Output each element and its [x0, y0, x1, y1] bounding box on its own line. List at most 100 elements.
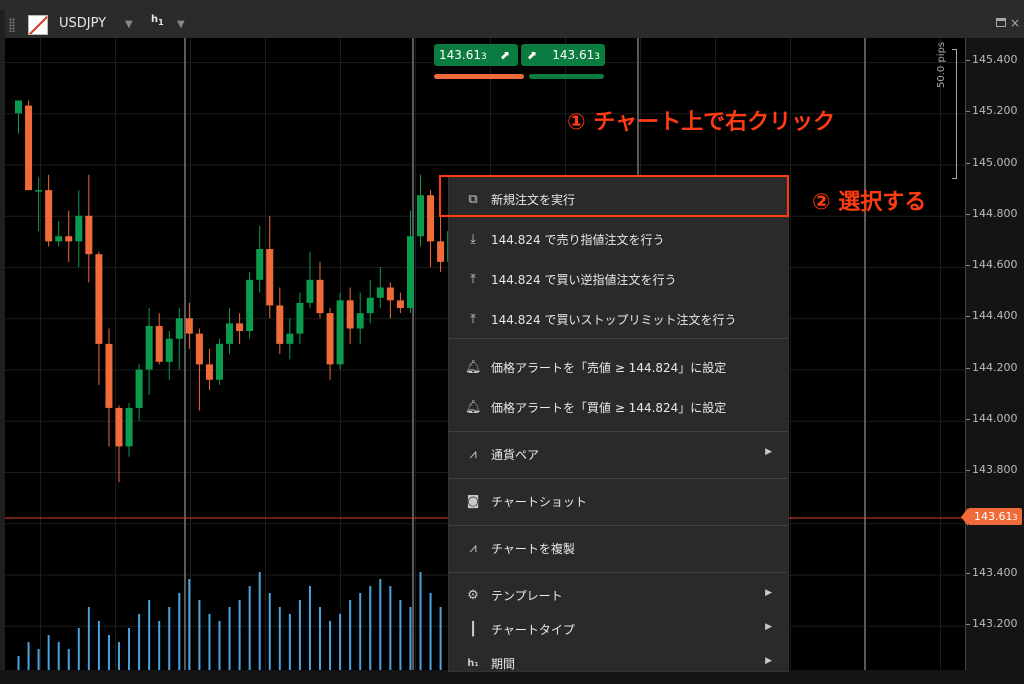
volume-bar — [399, 600, 402, 670]
volume-bar — [178, 593, 181, 670]
candlestick-icon: ┃ — [469, 622, 477, 637]
volume-bar — [27, 642, 30, 670]
menu-item-alert-ask[interactable]: 🔔︎ 価格アラートを「買値 ≥ 144.824」に設定 — [449, 388, 788, 428]
buy-button[interactable]: ⬈ 143.613 — [521, 44, 605, 66]
menu-item-buy-stop[interactable]: ⤒ 144.824 で買い逆指値注文を行う — [449, 260, 788, 300]
volume-bar — [97, 621, 100, 670]
menu-item-label: 期間 — [491, 657, 516, 671]
last-price-sup: 3 — [1012, 513, 1018, 522]
volume-bar — [168, 607, 171, 670]
candle — [105, 343, 113, 408]
context-menu: ⧉ 新規注文を実行 ⤓ 144.824 で売り指値注文を行う ⤒ 144.824… — [448, 176, 789, 672]
timeframe-dropdown-icon[interactable]: ▼ — [177, 19, 185, 30]
volume-bar — [288, 614, 291, 670]
price-tick: 144.400 — [966, 309, 1024, 322]
candle — [205, 364, 213, 380]
volume-bar — [77, 628, 80, 670]
price-tick: 145.200 — [966, 104, 1024, 117]
candle — [155, 325, 163, 362]
volume-bar — [188, 579, 191, 670]
price-tick: 145.000 — [966, 156, 1024, 169]
volume-bar — [138, 614, 141, 670]
menu-item-label: 144.824 で買い逆指値注文を行う — [491, 273, 677, 287]
sell-limit-icon: ⤓ — [470, 232, 476, 247]
candle — [256, 249, 264, 280]
submenu-arrow-icon: ▶ — [765, 656, 772, 666]
menu-item-alert-bid[interactable]: 🔔︎ 価格アラートを「売値 ≥ 144.824」に設定 — [449, 348, 788, 388]
submenu-arrow-icon: ▶ — [765, 447, 772, 457]
buy-arrow-icon: ⬈ — [527, 48, 538, 62]
camera-icon: ◙ — [466, 494, 480, 509]
volume-bar — [298, 600, 301, 670]
duplicate-chart-icon: ⩘ — [469, 541, 477, 556]
menu-separator — [449, 525, 788, 526]
candle — [35, 190, 43, 192]
menu-item-sell-limit[interactable]: ⤓ 144.824 で売り指値注文を行う — [449, 220, 788, 260]
menu-item-label: 価格アラートを「買値 ≥ 144.824」に設定 — [491, 401, 727, 415]
close-icon[interactable]: × — [1010, 16, 1020, 30]
volume-bar — [439, 607, 442, 670]
symbol-label[interactable]: USDJPY — [59, 16, 106, 31]
menu-item-chart-shot[interactable]: ◙ チャートショット — [449, 482, 788, 522]
pips-ruler — [952, 49, 957, 179]
volume-bar — [218, 621, 221, 670]
menu-item-label: チャートショット — [491, 495, 587, 509]
volume-bar — [128, 628, 131, 670]
last-price-tag: 143.613 — [961, 508, 1022, 526]
volume-bar — [349, 600, 352, 670]
last-price-main: 143.61 — [974, 510, 1013, 523]
buy-stop-limit-icon: ⤒ — [470, 312, 476, 327]
top-strip — [0, 0, 1024, 10]
symbol-dropdown-icon[interactable]: ▼ — [125, 19, 133, 30]
price-tick: 144.600 — [966, 258, 1024, 271]
candle — [55, 236, 63, 242]
volume-bar — [158, 621, 161, 670]
candle — [396, 300, 404, 308]
menu-item-duplicate-chart[interactable]: ⩘ チャートを複製 — [449, 529, 788, 569]
menu-separator — [449, 478, 788, 479]
volume-bar — [248, 586, 251, 670]
candle — [45, 190, 53, 242]
candle — [145, 325, 153, 370]
candle — [437, 241, 445, 262]
menu-item-label: 通貨ペア — [491, 448, 540, 462]
price-tick: 144.800 — [966, 207, 1024, 220]
menu-separator — [449, 431, 788, 432]
candle — [95, 254, 103, 344]
instrument-icon[interactable] — [28, 15, 48, 35]
volume-bar — [118, 642, 120, 670]
chart-line-icon: ⩘ — [469, 447, 477, 462]
menu-item-label: 144.824 で売り指値注文を行う — [491, 233, 665, 247]
timeframe-label[interactable]: h1 — [151, 14, 164, 27]
price-tick: 143.400 — [966, 566, 1024, 579]
volume-bar — [107, 635, 110, 670]
volume-bar — [17, 656, 20, 670]
volume-bar — [268, 593, 271, 670]
buy-spread-bar — [529, 74, 604, 79]
price-axis: 145.400 145.200 145.000 144.800 144.600 144.4… — [961, 38, 1024, 670]
buy-stop-icon: ⤒ — [470, 272, 476, 287]
new-order-highlight-box — [439, 175, 789, 217]
menu-item-currency-pair[interactable]: ⩘ 通貨ペア ▶ — [449, 435, 788, 475]
chart-title-bar: USDJPY ▼ h1 ▼ × — [5, 10, 1024, 39]
candle — [406, 236, 414, 308]
candle — [236, 323, 244, 332]
menu-item-period[interactable]: h₁ 期間 ▶ — [449, 644, 788, 684]
volume-bar — [57, 642, 60, 670]
candle — [15, 100, 22, 114]
volume-bar — [198, 600, 201, 670]
drag-handle-icon[interactable] — [9, 18, 15, 32]
volume-bar — [319, 607, 321, 670]
price-tick: 144.000 — [966, 412, 1024, 425]
price-tick: 143.800 — [966, 463, 1024, 476]
volume-bar — [278, 607, 281, 670]
candle — [266, 249, 274, 306]
candle — [356, 313, 364, 329]
volume-bar — [37, 649, 40, 670]
sell-button[interactable]: 143.613 ⬈ — [434, 44, 518, 66]
maximize-icon[interactable] — [996, 18, 1006, 27]
candle — [195, 333, 203, 365]
volume-bar — [67, 649, 70, 670]
menu-item-buy-stop-limit[interactable]: ⤒ 144.824 で買いストップリミット注文を行う — [449, 300, 788, 340]
candle — [75, 215, 83, 242]
